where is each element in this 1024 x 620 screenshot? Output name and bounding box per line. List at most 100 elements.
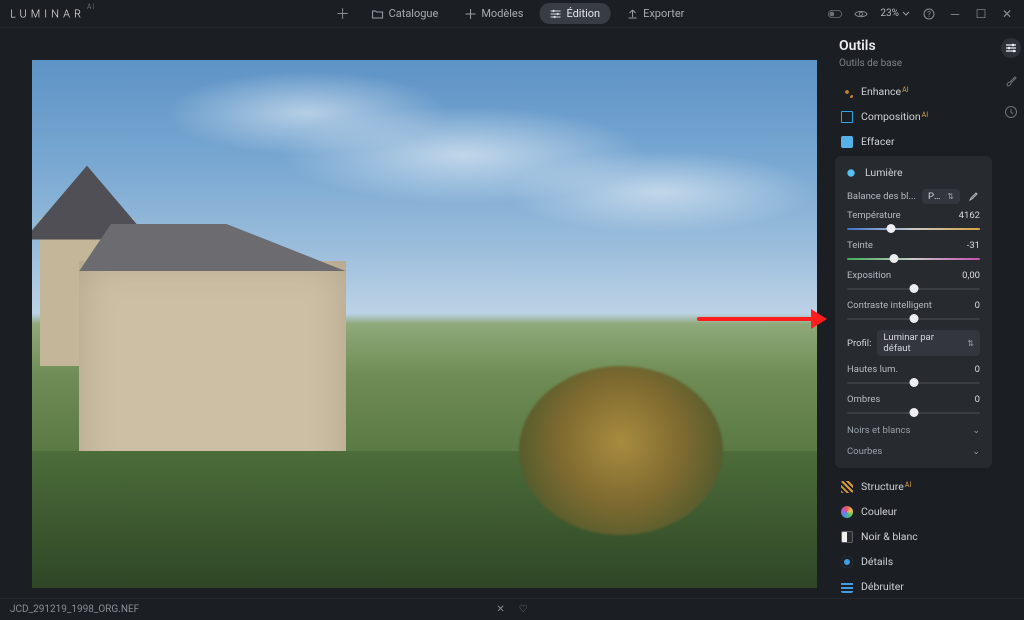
contraste-value: 0 bbox=[975, 300, 980, 311]
chevron-updown-icon: ⇅ bbox=[967, 339, 974, 348]
panel-header: Outils Outils de base bbox=[827, 28, 1024, 71]
temperature-label: Température bbox=[847, 210, 901, 221]
contraste-slider[interactable] bbox=[847, 314, 980, 324]
tool-noir-blanc-label: Noir & blanc bbox=[861, 530, 918, 543]
brand-logo: LUMINARAI bbox=[10, 7, 95, 21]
history-icon[interactable] bbox=[1001, 102, 1021, 122]
sidebar-icon-rail bbox=[998, 28, 1024, 122]
window-minimize[interactable]: ─ bbox=[948, 7, 962, 21]
wb-select[interactable]: Photo origi... ⇅ bbox=[922, 189, 960, 204]
wb-label: Balance des bl... bbox=[847, 191, 916, 202]
top-nav: ＋ Catalogue Modèles Édition Exporter bbox=[330, 2, 695, 26]
hautes-label: Hautes lum. bbox=[847, 364, 898, 375]
ombres-value: 0 bbox=[975, 394, 980, 405]
teinte-slider[interactable] bbox=[847, 254, 980, 264]
eraser-icon bbox=[841, 136, 853, 148]
status-bar: JCD_291219_1998_ORG.NEF ✕ ♡ bbox=[0, 598, 1024, 620]
brand-name: LUMINAR bbox=[10, 7, 85, 20]
status-center: ✕ ♡ bbox=[496, 604, 527, 615]
slider-thumb[interactable] bbox=[886, 224, 895, 233]
slider-thumb[interactable] bbox=[909, 408, 918, 417]
tool-effacer[interactable]: Effacer bbox=[827, 129, 998, 154]
photo-preview bbox=[32, 60, 817, 588]
details-icon bbox=[841, 556, 853, 568]
export-icon bbox=[626, 8, 638, 20]
slider-teinte: Teinte -31 bbox=[835, 236, 992, 266]
slider-thumb[interactable] bbox=[889, 254, 898, 263]
tool-debruiter-label: Débruiter bbox=[861, 580, 904, 593]
exposition-value: 0,00 bbox=[962, 270, 980, 281]
slider-ombres: Ombres 0 bbox=[835, 390, 992, 420]
denoise-icon bbox=[841, 581, 853, 593]
ai-badge: AI bbox=[922, 111, 928, 119]
white-balance-row: Balance des bl... Photo origi... ⇅ bbox=[835, 185, 992, 206]
photo-shape bbox=[79, 224, 346, 272]
ai-badge: AI bbox=[902, 86, 908, 94]
structure-icon bbox=[841, 481, 853, 493]
tool-details[interactable]: Détails bbox=[827, 549, 998, 574]
zoom-value: 23% bbox=[880, 8, 899, 19]
slider-track bbox=[847, 228, 980, 230]
nav-catalogue[interactable]: Catalogue bbox=[362, 3, 449, 24]
contraste-label: Contraste intelligent bbox=[847, 300, 932, 311]
reject-icon[interactable]: ✕ bbox=[496, 604, 504, 615]
exposition-label: Exposition bbox=[847, 270, 891, 281]
bw-icon bbox=[841, 531, 853, 543]
exposition-slider[interactable] bbox=[847, 284, 980, 294]
brush-icon[interactable] bbox=[1001, 70, 1021, 90]
slider-thumb[interactable] bbox=[909, 284, 918, 293]
nav-edition[interactable]: Édition bbox=[539, 3, 610, 24]
nav-modeles[interactable]: Modèles bbox=[454, 3, 533, 24]
section-noirs-blancs[interactable]: Noirs et blancs ⌄ bbox=[835, 420, 992, 441]
nav-catalogue-label: Catalogue bbox=[389, 7, 439, 20]
profil-select[interactable]: Luminar par défaut ⇅ bbox=[877, 330, 980, 356]
add-button[interactable]: ＋ bbox=[330, 2, 356, 26]
tool-couleur[interactable]: Couleur bbox=[827, 499, 998, 524]
adjustments-icon[interactable] bbox=[1001, 38, 1021, 58]
sparkle-icon bbox=[464, 8, 476, 20]
section-courbes-label: Courbes bbox=[847, 446, 882, 457]
slider-track bbox=[847, 258, 980, 260]
tool-list: EnhanceAI CompositionAI Effacer Lumière … bbox=[827, 79, 1024, 598]
tools-sidebar: Outils Outils de base EnhanceAI Composit… bbox=[827, 28, 1024, 598]
canvas-area[interactable] bbox=[0, 28, 827, 598]
tool-noir-blanc[interactable]: Noir & blanc bbox=[827, 524, 998, 549]
tool-composition[interactable]: CompositionAI bbox=[827, 104, 998, 129]
compare-toggle-icon[interactable] bbox=[828, 7, 842, 21]
hautes-value: 0 bbox=[975, 364, 980, 375]
slider-thumb[interactable] bbox=[909, 314, 918, 323]
svg-text:?: ? bbox=[927, 10, 931, 19]
profil-select-value: Luminar par défaut bbox=[883, 332, 963, 354]
panel-subtitle: Outils de base bbox=[839, 58, 1012, 69]
ai-badge: AI bbox=[905, 481, 911, 489]
window-close[interactable]: ✕ bbox=[1000, 7, 1014, 21]
ombres-slider[interactable] bbox=[847, 408, 980, 418]
zoom-dropdown[interactable]: 23% bbox=[880, 8, 910, 19]
tool-debruiter[interactable]: Débruiter bbox=[827, 574, 998, 598]
eyedropper-icon[interactable] bbox=[966, 190, 980, 204]
window-maximize[interactable]: ☐ bbox=[974, 7, 988, 21]
tool-enhance[interactable]: EnhanceAI bbox=[827, 79, 998, 104]
slider-thumb[interactable] bbox=[909, 378, 918, 387]
slider-contraste: Contraste intelligent 0 bbox=[835, 296, 992, 326]
tool-structure-label: Structure bbox=[861, 480, 904, 493]
favorite-icon[interactable]: ♡ bbox=[519, 604, 528, 615]
tool-composition-label: Composition bbox=[861, 110, 921, 123]
photo-shape bbox=[519, 366, 723, 535]
section-courbes[interactable]: Courbes ⌄ bbox=[835, 441, 992, 462]
nav-exporter[interactable]: Exporter bbox=[616, 3, 694, 24]
crop-icon bbox=[841, 111, 853, 123]
temperature-slider[interactable] bbox=[847, 224, 980, 234]
profil-label: Profil: bbox=[847, 338, 871, 349]
hautes-slider[interactable] bbox=[847, 378, 980, 388]
tool-structure[interactable]: StructureAI bbox=[827, 474, 998, 499]
eye-icon[interactable] bbox=[854, 7, 868, 21]
tool-lumiere[interactable]: Lumière bbox=[835, 164, 992, 185]
folder-icon bbox=[372, 8, 384, 20]
help-icon[interactable]: ? bbox=[922, 7, 936, 21]
wb-select-value: Photo origi... bbox=[928, 191, 943, 202]
slider-temperature: Température 4162 bbox=[835, 206, 992, 236]
enhance-icon bbox=[841, 86, 853, 98]
tool-lumiere-card: Lumière Balance des bl... Photo origi...… bbox=[835, 156, 992, 468]
nav-exporter-label: Exporter bbox=[643, 7, 684, 20]
